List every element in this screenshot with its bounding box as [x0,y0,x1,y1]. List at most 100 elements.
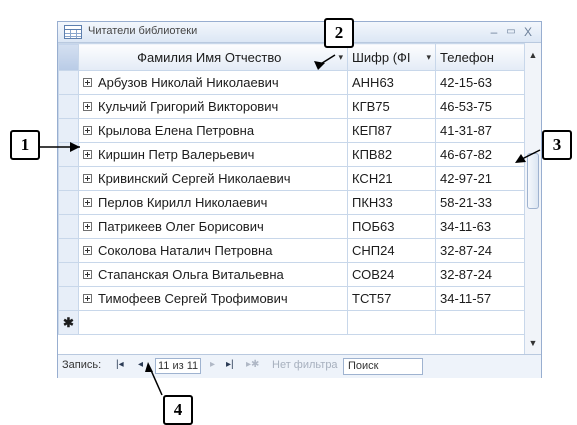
cell-phone[interactable]: 41-31-87 [435,118,525,143]
new-cell-name[interactable] [78,310,348,335]
expand-icon[interactable] [83,270,92,279]
cell-name[interactable]: Кульчий Григорий Викторович [98,99,278,114]
expand-icon[interactable] [83,198,92,207]
prev-record-button[interactable]: ◂ [138,359,143,370]
table-icon [64,25,82,39]
cell-code[interactable]: ПОБ63 [347,214,436,239]
cell-code[interactable]: КЕП87 [347,118,436,143]
cell-name[interactable]: Тимофеев Сергей Трофимович [98,291,288,306]
record-label: Запись: [62,359,102,371]
record-counter-input[interactable]: 11 из 11 [155,358,201,374]
vertical-scrollbar[interactable]: ▲ ▼ [524,43,541,354]
column-header-code[interactable]: Шифр (ФІ ▾ [347,43,436,71]
row-selector[interactable] [58,190,79,215]
window-titlebar[interactable]: Читатели библиотеки – ▭ X [58,22,541,43]
table-row[interactable]: Соколова Наталич Петровна СНП24 32-87-24 [58,238,525,263]
restore-icon[interactable]: ▭ [503,23,519,41]
first-record-button[interactable]: |◂ [116,359,124,370]
table-window: Читатели библиотеки – ▭ X Фамилия Имя От… [57,21,542,378]
cell-name[interactable]: Кривинский Сергей Николаевич [98,171,291,186]
table-row[interactable]: Арбузов Николай Николаевич АНН63 42-15-6… [58,70,525,95]
cell-name[interactable]: Арбузов Николай Николаевич [98,75,279,90]
table-row[interactable]: Кривинский Сергей Николаевич КСН21 42-97… [58,166,525,191]
scroll-thumb[interactable] [527,153,539,209]
cell-name[interactable]: Патрикеев Олег Борисович [98,219,264,234]
last-record-button[interactable]: ▸| [226,359,234,370]
new-cell-code[interactable] [347,310,436,335]
expand-icon[interactable] [83,78,92,87]
cell-phone[interactable]: 42-15-63 [435,70,525,95]
cell-code[interactable]: СОВ24 [347,262,436,287]
cell-phone[interactable]: 32-87-24 [435,262,525,287]
scroll-down-icon[interactable]: ▼ [525,335,541,351]
row-selector[interactable] [58,262,79,287]
cell-phone[interactable]: 34-11-63 [435,214,525,239]
dropdown-arrow-icon[interactable]: ▾ [426,52,431,63]
record-navigation-bar: Запись: |◂ ◂ 11 из 11 ▸ ▸| ▸✱ Нет фильтр… [58,354,541,378]
new-record-row[interactable]: ✱ [58,310,525,335]
callout-3: 3 [542,130,572,160]
callout-4: 4 [163,395,193,425]
row-selector[interactable] [58,118,79,143]
next-record-button[interactable]: ▸ [210,359,215,370]
cell-code[interactable]: АНН63 [347,70,436,95]
table-row[interactable]: Тимофеев Сергей Трофимович ТСТ57 34-11-5… [58,286,525,311]
new-record-icon[interactable]: ✱ [58,310,79,335]
row-selector[interactable] [58,286,79,311]
filter-status[interactable]: Нет фильтра [272,359,338,371]
cell-name[interactable]: Стапанская Ольга Витальевна [98,267,284,282]
table-row[interactable]: Стапанская Ольга Витальевна СОВ24 32-87-… [58,262,525,287]
row-selector[interactable] [58,142,79,167]
expand-icon[interactable] [83,126,92,135]
row-selector[interactable] [58,94,79,119]
expand-icon[interactable] [83,246,92,255]
expand-icon[interactable] [83,174,92,183]
scroll-up-icon[interactable]: ▲ [525,47,541,63]
new-cell-phone[interactable] [435,310,525,335]
callout-2: 2 [324,18,354,48]
datasheet-grid: Фамилия Имя Отчество ▾ Шифр (ФІ ▾ Телефон … [58,43,525,335]
row-selector[interactable] [58,214,79,239]
cell-phone[interactable]: 58-21-33 [435,190,525,215]
window-title: Читатели библиотеки [88,25,198,37]
column-header-name[interactable]: Фамилия Имя Отчество ▾ [78,43,348,71]
cell-code[interactable]: КГВ75 [347,94,436,119]
cell-name[interactable]: Крылова Елена Петровна [98,123,254,138]
cell-phone[interactable]: 46-67-82 [435,142,525,167]
cell-name[interactable]: Соколова Наталич Петровна [98,243,272,258]
cell-code[interactable]: КСН21 [347,166,436,191]
table-row[interactable]: Киршин Петр Валерьевич КПВ82 46-67-82 [58,142,525,167]
new-record-button[interactable]: ▸✱ [246,359,259,370]
cell-name[interactable]: Перлов Кирилл Николаевич [98,195,267,210]
cell-code[interactable]: ТСТ57 [347,286,436,311]
row-selector[interactable] [58,238,79,263]
select-all-corner[interactable] [58,43,79,71]
expand-icon[interactable] [83,294,92,303]
cell-phone[interactable]: 34-11-57 [435,286,525,311]
expand-icon[interactable] [83,222,92,231]
expand-icon[interactable] [83,102,92,111]
cell-code[interactable]: КПВ82 [347,142,436,167]
table-row[interactable]: Крылова Елена Петровна КЕП87 41-31-87 [58,118,525,143]
column-header-label: Шифр (ФІ [352,49,411,65]
search-input[interactable]: Поиск [343,358,423,375]
row-selector[interactable] [58,166,79,191]
minimize-icon[interactable]: – [486,23,502,41]
row-selector[interactable] [58,70,79,95]
table-row[interactable]: Кульчий Григорий Викторович КГВ75 46-53-… [58,94,525,119]
close-icon[interactable]: X [520,23,536,41]
column-header-label: Телефон [440,49,494,65]
table-row[interactable]: Перлов Кирилл Николаевич ПКН33 58-21-33 [58,190,525,215]
column-header-label: Фамилия Имя Отчество [137,49,282,65]
cell-name[interactable]: Киршин Петр Валерьевич [98,147,254,162]
cell-phone[interactable]: 32-87-24 [435,238,525,263]
cell-code[interactable]: ПКН33 [347,190,436,215]
cell-code[interactable]: СНП24 [347,238,436,263]
column-header-phone[interactable]: Телефон [435,43,525,71]
table-row[interactable]: Патрикеев Олег Борисович ПОБ63 34-11-63 [58,214,525,239]
cell-phone[interactable]: 46-53-75 [435,94,525,119]
cell-phone[interactable]: 42-97-21 [435,166,525,191]
callout-1: 1 [10,130,40,160]
dropdown-arrow-icon[interactable]: ▾ [338,52,343,63]
expand-icon[interactable] [83,150,92,159]
